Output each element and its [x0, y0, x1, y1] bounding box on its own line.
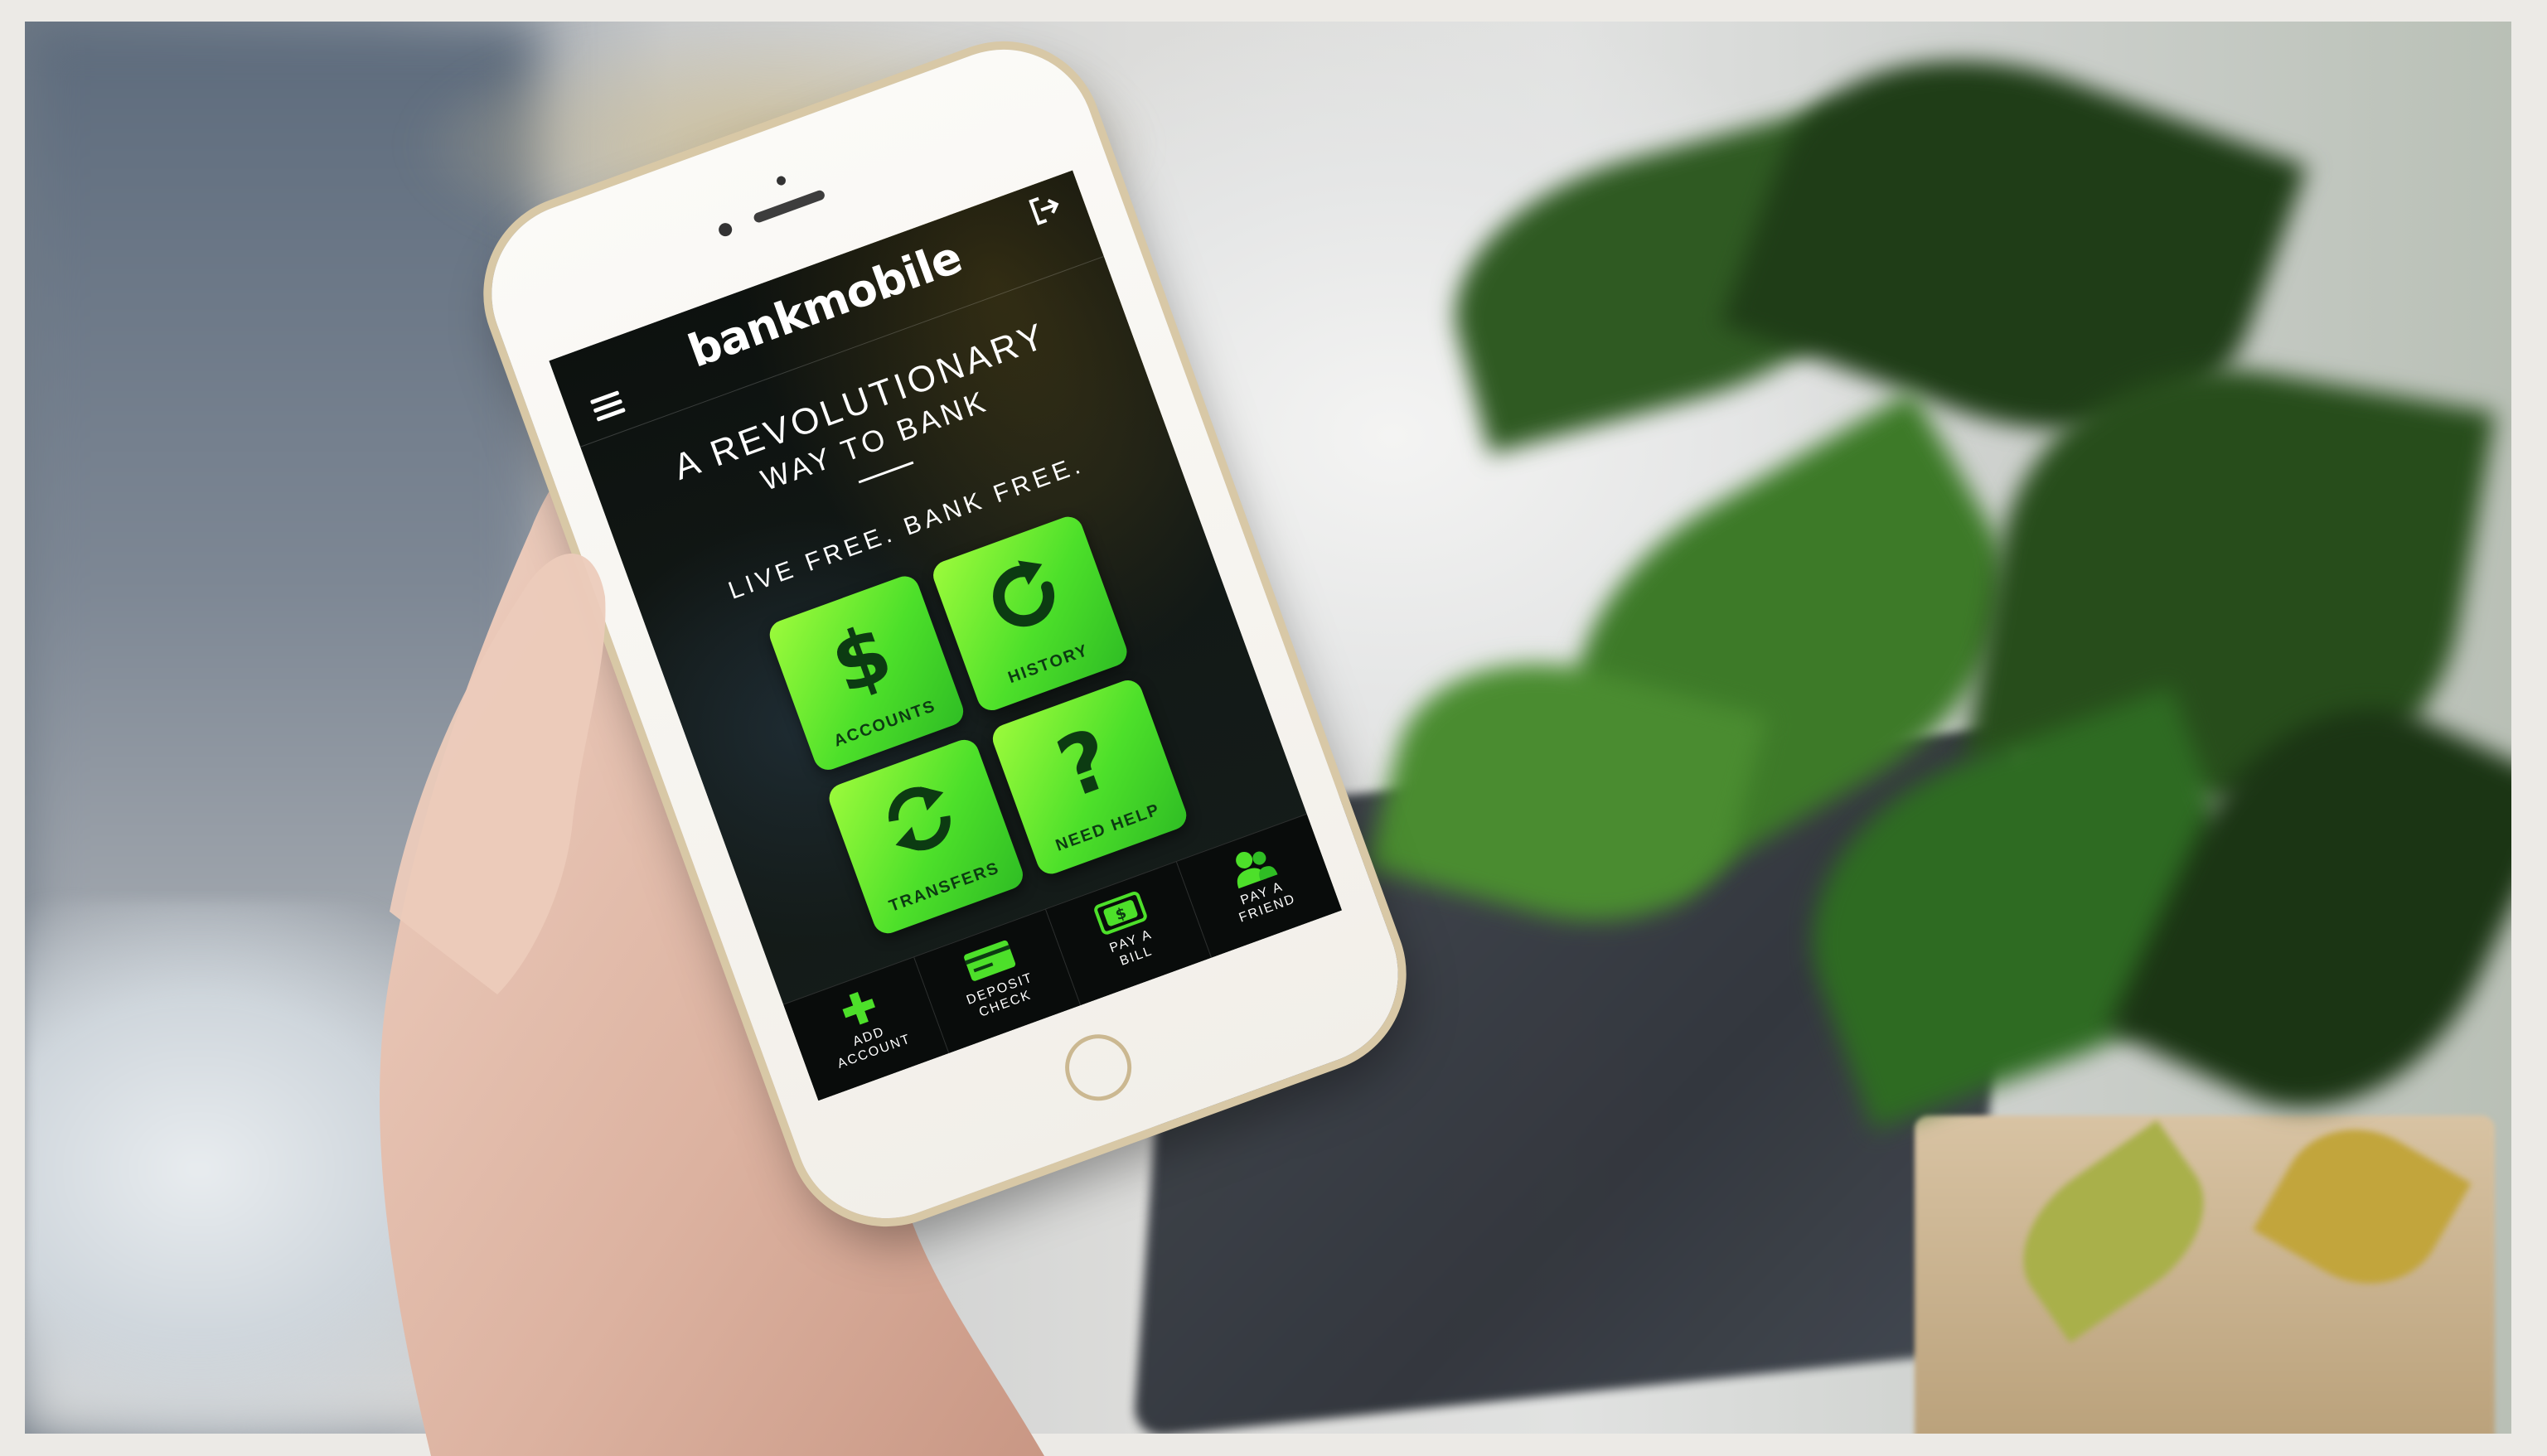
earpiece-speaker: [752, 189, 826, 225]
history-tile[interactable]: HISTORY: [929, 512, 1131, 715]
proximity-sensor: [775, 175, 787, 187]
front-camera: [716, 220, 734, 239]
swap-icon: [889, 786, 951, 851]
accounts-tile[interactable]: $ ACCOUNTS: [765, 572, 968, 774]
headline-divider: [858, 461, 914, 484]
need-help-tile[interactable]: ? NEED HELP: [988, 675, 1191, 878]
transfers-tile[interactable]: TRANSFERS: [825, 735, 1028, 938]
action-tiles: $ ACCOUNTS HISTORY TRANSFERS ? NEED HELP: [765, 512, 1191, 938]
transfers-label: TRANSFERS: [886, 859, 1003, 916]
need-help-label: NEED HELP: [1053, 800, 1163, 855]
question-icon: ?: [1045, 709, 1124, 812]
refresh-icon: [993, 560, 1055, 627]
home-button[interactable]: [1055, 1024, 1141, 1110]
svg-text:$: $: [820, 606, 903, 708]
dollar-icon: $: [820, 606, 903, 708]
svg-text:?: ?: [1045, 709, 1124, 812]
